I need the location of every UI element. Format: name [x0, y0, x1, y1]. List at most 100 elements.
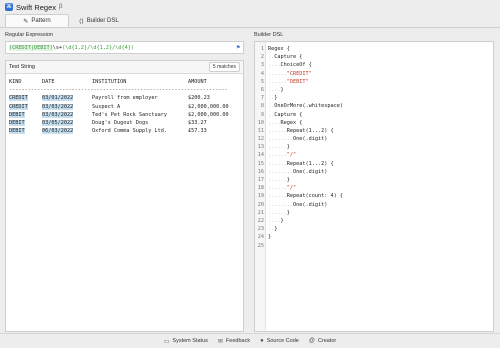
flag-icon[interactable]: ⚑: [236, 44, 240, 51]
code-line: 10 ....Regex {: [255, 119, 493, 127]
feedback-label: Feedback: [225, 338, 251, 344]
builder-dsl-editor[interactable]: 1 Regex {2 ..Capture {3 ....ChoiceOf {4....…: [254, 41, 494, 332]
tab-bar: ✎ Pattern ⟨⟩ Builder DSL: [5, 14, 129, 27]
code-text: ..OneOrMore(.whitespace): [266, 102, 343, 110]
code-text: ..}: [266, 94, 277, 102]
indent-guide: ....: [268, 86, 281, 93]
code-text: ....ChoiceOf {: [266, 61, 312, 69]
regex-group-date: (\d{1,2}/\d{1,2}/\d{4}): [62, 44, 134, 51]
regex-input[interactable]: (CREDIT|DEBIT) \s+ (\d{1,2}/\d{1,2}/\d{4})…: [5, 41, 244, 54]
tab-builder-dsl[interactable]: ⟨⟩ Builder DSL: [69, 14, 129, 27]
code-line: 13......}: [255, 143, 493, 151]
indent-guide: ......: [268, 193, 287, 200]
tab-pattern-label: Pattern: [31, 18, 51, 24]
code-token: Repeat(1...2) {: [286, 160, 334, 167]
app-title: Swift Regex: [16, 2, 57, 12]
code-text: ..}: [266, 225, 277, 233]
tab-pattern[interactable]: ✎ Pattern: [5, 14, 69, 27]
line-number: 12: [257, 136, 264, 143]
code-lines: 1 Regex {2 ..Capture {3 ....ChoiceOf {4....…: [255, 45, 493, 250]
code-text: ......"/": [266, 151, 296, 159]
creator-link[interactable]: @ Creator: [309, 338, 336, 344]
line-number: 4: [260, 70, 264, 77]
line-number: 10: [257, 119, 264, 126]
header-amount: AMOUNT: [188, 79, 207, 85]
header-institution: INSTITUTION: [92, 79, 127, 85]
indent-guide: ......: [268, 144, 287, 151]
title-bar: ⌘ Swift Regex β: [0, 0, 500, 14]
table-row: CREDIT 03/01/2022 Payroll from employer …: [9, 94, 240, 102]
code-token: Regex {: [268, 46, 290, 52]
code-line: 3 ....ChoiceOf {: [255, 61, 493, 69]
code-text: ......"CREDIT": [266, 70, 312, 78]
line-number: 25: [257, 242, 264, 249]
header-kind: KIND: [9, 79, 22, 85]
code-text: ....Regex {: [266, 119, 302, 127]
status-bar: ▭ System Status ✉ Feedback ● Source Code…: [0, 334, 500, 348]
match-kind: DEBIT: [9, 111, 25, 118]
source-code-label: Source Code: [266, 338, 299, 344]
code-token: Repeat(1...2) {: [286, 127, 334, 134]
code-line: 14 ......"/": [255, 151, 493, 159]
indent-guide: ......: [268, 209, 287, 216]
code-line: 21......}: [255, 209, 493, 217]
indent-guide: ........: [268, 201, 293, 208]
indent-guide: ......: [268, 152, 287, 159]
line-number: 24: [257, 234, 264, 241]
code-token: One(.digit): [293, 136, 328, 143]
line-number: 6: [260, 86, 264, 93]
line-number: 15: [257, 160, 264, 167]
institution: Doug's Dugout Dogs: [92, 119, 149, 126]
match-date: 03/01/2022: [42, 95, 74, 102]
line-number: 18: [257, 185, 264, 192]
test-string-editor[interactable]: KIND DATE INSTITUTION AMOUNT -----------…: [6, 75, 243, 138]
institution: Payroll from employer: [92, 95, 158, 102]
code-token: }: [286, 209, 290, 216]
code-token: }: [286, 177, 290, 183]
code-text: ......Repeat(1...2) {: [266, 127, 334, 135]
indent-guide: ......: [268, 70, 287, 77]
feedback-chat-icon: ✉: [217, 338, 223, 345]
code-line: 25: [255, 242, 493, 250]
indent-guide: ......: [268, 127, 287, 134]
source-code-link[interactable]: ● Source Code: [260, 338, 299, 344]
code-text: }: [266, 233, 271, 241]
feedback-link[interactable]: ✉ Feedback: [218, 338, 250, 345]
code-text: ........One(.digit): [266, 135, 327, 143]
line-number: 1: [260, 46, 264, 52]
code-token: Repeat(count: 4) {: [286, 193, 343, 200]
code-token: "/": [286, 152, 297, 159]
institution: Ted's Pet Rock Sanctuary: [92, 111, 167, 118]
line-number: 22: [257, 217, 264, 224]
line-number: 16: [257, 168, 264, 175]
code-token: }: [274, 226, 278, 233]
code-token: }: [280, 86, 284, 93]
system-status-link[interactable]: ▭ System Status: [164, 338, 208, 345]
regex-group-kind: (CREDIT|DEBIT): [9, 44, 53, 51]
line-number: 2: [260, 54, 264, 61]
code-token: }: [274, 95, 278, 102]
code-text: ......"DEBIT": [266, 78, 309, 86]
code-token: }: [286, 144, 290, 151]
code-line: 16 ........One(.digit): [255, 168, 493, 176]
builder-dsl-label: Builder DSL: [254, 32, 284, 38]
github-icon: ●: [260, 338, 264, 344]
code-line: 15 ......Repeat(1...2) {: [255, 160, 493, 168]
code-line: 7..}: [255, 94, 493, 102]
amount: $2,000,000.00: [188, 103, 229, 110]
amount: $200.23: [188, 95, 210, 102]
line-number: 7: [260, 95, 264, 102]
beta-icon: β: [59, 4, 63, 10]
code-line: 9 ..Capture {: [255, 111, 493, 119]
code-token: Capture {: [274, 111, 303, 118]
code-line: 6....}: [255, 86, 493, 94]
code-line: 23..}: [255, 225, 493, 233]
code-text: ......}: [266, 209, 290, 217]
code-line: 12 ........One(.digit): [255, 135, 493, 143]
code-text: ......"/": [266, 184, 296, 192]
code-line: 1 Regex {: [255, 45, 493, 53]
code-token: One(.digit): [293, 201, 328, 208]
code-text: ........One(.digit): [266, 168, 327, 176]
code-text: ......}: [266, 176, 290, 184]
